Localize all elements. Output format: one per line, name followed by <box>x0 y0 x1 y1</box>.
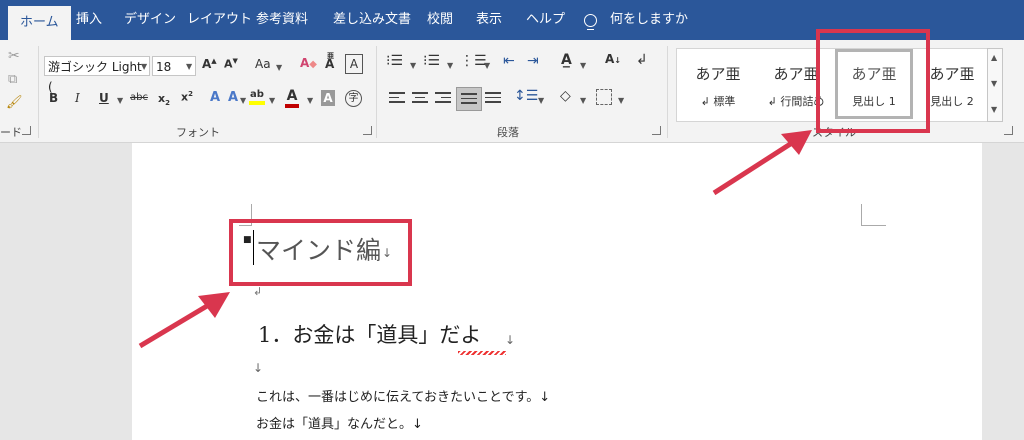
arrow-to-heading-line <box>138 300 214 349</box>
arrow-to-style-head <box>781 130 812 155</box>
arrow-to-style-line <box>712 138 797 196</box>
annotation-arrows <box>138 130 812 349</box>
arrow-to-heading-head <box>198 292 230 318</box>
